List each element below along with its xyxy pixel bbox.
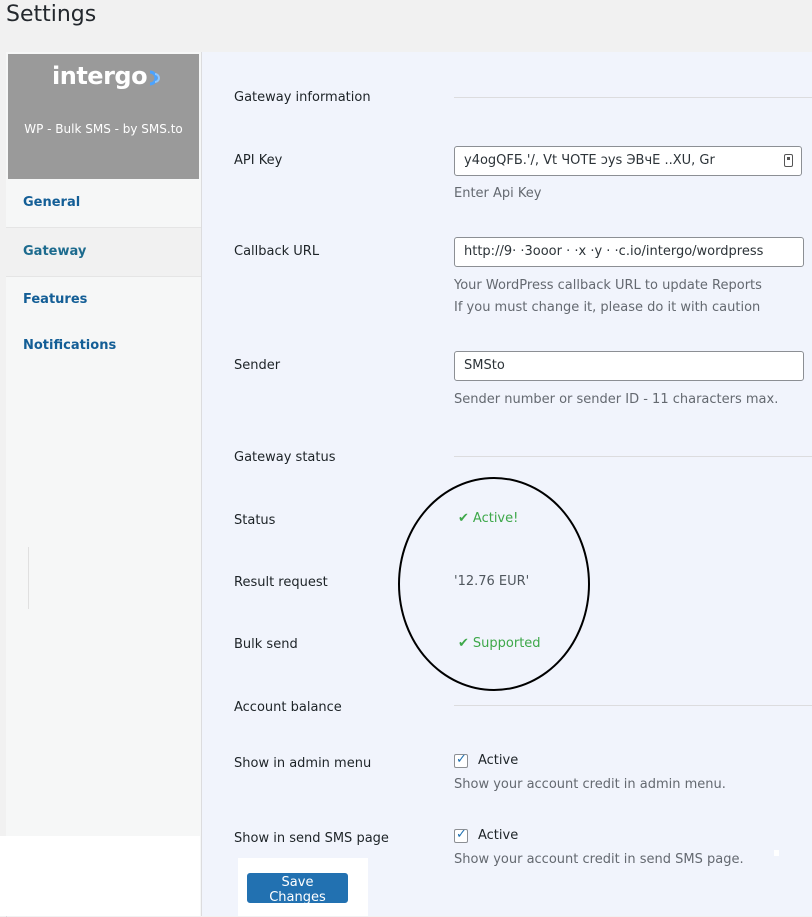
- section-gateway-status: Gateway status: [234, 450, 336, 465]
- sender-input[interactable]: SMSto: [454, 351, 804, 381]
- nav-item-notifications[interactable]: Notifications: [6, 323, 201, 369]
- callback-url-help-2: If you must change it, please do it with…: [454, 300, 761, 315]
- show-admin-menu-help: Show your account credit in admin menu.: [454, 777, 726, 792]
- password-manager-icon[interactable]: [784, 154, 793, 167]
- brand-tagline: WP - Bulk SMS - by SMS.to: [24, 122, 183, 136]
- section-divider: [454, 456, 812, 457]
- show-send-sms-label: Show in send SMS page: [234, 831, 389, 846]
- bulk-send-label: Bulk send: [234, 637, 298, 652]
- callback-url-help-1: Your WordPress callback URL to update Re…: [454, 278, 762, 293]
- status-label: Status: [234, 513, 276, 528]
- sender-help: Sender number or sender ID - 11 characte…: [454, 392, 779, 407]
- checkbox-checked-icon[interactable]: [454, 827, 468, 843]
- section-gateway-information: Gateway information: [234, 90, 371, 105]
- blank-area: [0, 836, 200, 916]
- intergo-logo: intergo: [52, 62, 162, 90]
- sidebar: intergo WP - Bulk SMS - by SMS.to Genera…: [6, 52, 202, 916]
- api-key-help: Enter Api Key: [454, 186, 542, 201]
- checkbox-label: Active: [478, 753, 519, 768]
- settings-nav: General Gateway Features Notifications: [6, 179, 201, 369]
- checkbox-checked-icon[interactable]: [454, 752, 468, 768]
- api-key-value: y4ogQFБ.'/, Vt ЧОТЕ ɔys ЭВчЕ ..XU, Gr: [464, 153, 715, 168]
- logo-swirl-icon: [148, 64, 162, 92]
- api-key-input[interactable]: y4ogQFБ.'/, Vt ЧОТЕ ɔys ЭВчЕ ..XU, Gr: [454, 146, 802, 176]
- section-divider: [454, 705, 812, 706]
- checkbox-label: Active: [478, 828, 519, 843]
- show-send-sms-help: Show your account credit in send SMS pag…: [454, 852, 744, 867]
- section-account-balance: Account balance: [234, 700, 342, 715]
- result-request-label: Result request: [234, 575, 328, 590]
- section-divider: [454, 97, 812, 98]
- show-admin-menu-label: Show in admin menu: [234, 756, 372, 771]
- brand-panel: intergo WP - Bulk SMS - by SMS.to: [8, 54, 199, 179]
- api-key-label: API Key: [234, 153, 283, 168]
- page-title: Settings: [6, 2, 97, 27]
- annotation-circle: [398, 477, 590, 691]
- callback-url-label: Callback URL: [234, 244, 320, 259]
- divider: [28, 547, 29, 609]
- nav-item-features[interactable]: Features: [6, 277, 201, 323]
- sender-label: Sender: [234, 358, 281, 373]
- show-send-sms-checkbox[interactable]: Active: [454, 827, 519, 843]
- artifact: [774, 850, 779, 856]
- nav-item-gateway[interactable]: Gateway: [6, 228, 201, 277]
- callback-url-input[interactable]: http://9· ·3ooor · ·x ·y · ·c.io/intergo…: [454, 237, 804, 267]
- save-changes-button[interactable]: Save Changes: [247, 873, 348, 905]
- nav-item-general[interactable]: General: [6, 179, 201, 228]
- logo-text: intergo: [52, 62, 148, 90]
- show-admin-menu-checkbox[interactable]: Active: [454, 752, 519, 768]
